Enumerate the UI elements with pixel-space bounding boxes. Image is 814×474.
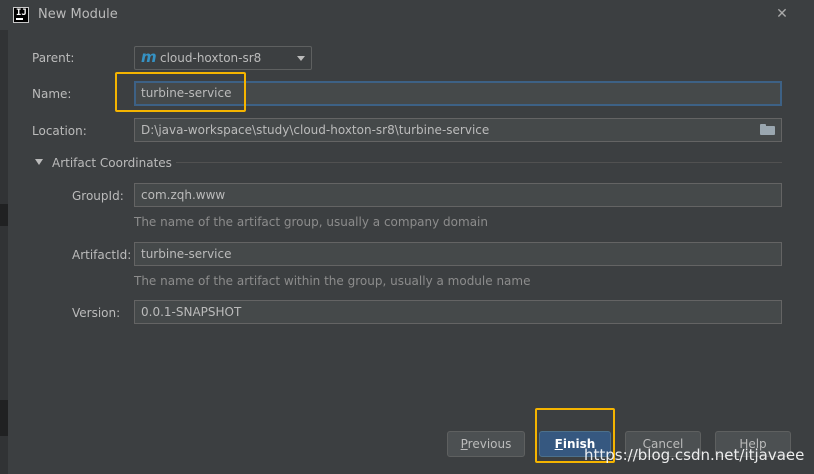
artifact-coordinates-title[interactable]: Artifact Coordinates xyxy=(52,156,172,170)
new-module-dialog: IJ New Module ✕ Parent: m cloud-hoxton-s… xyxy=(0,0,814,474)
version-input[interactable]: 0.0.1-SNAPSHOT xyxy=(134,300,782,324)
background-strip-block xyxy=(0,400,8,436)
version-label: Version: xyxy=(72,306,121,320)
artifactid-label: ArtifactId: xyxy=(72,248,132,262)
close-icon[interactable]: ✕ xyxy=(773,5,791,23)
title-bar: IJ New Module ✕ xyxy=(0,0,814,30)
previous-label: revious xyxy=(467,437,512,451)
intellij-idea-icon: IJ xyxy=(13,7,29,23)
folder-icon[interactable] xyxy=(760,124,776,136)
parent-value: cloud-hoxton-sr8 xyxy=(160,51,262,65)
groupid-input[interactable]: com.zqh.www xyxy=(134,183,782,207)
background-strip-block xyxy=(0,204,8,226)
section-divider xyxy=(176,162,782,163)
location-label: Location: xyxy=(32,124,87,138)
parent-combobox[interactable]: m cloud-hoxton-sr8 xyxy=(134,46,312,70)
maven-m-icon: m xyxy=(141,48,157,66)
location-input[interactable]: D:\java-workspace\study\cloud-hoxton-sr8… xyxy=(134,118,782,142)
watermark-text: https://blog.csdn.net/itjavaee xyxy=(584,446,805,464)
finish-mnemonic: F xyxy=(554,437,563,451)
parent-label: Parent: xyxy=(32,51,75,65)
collapse-triangle-icon[interactable] xyxy=(35,159,43,165)
artifactid-input[interactable]: turbine-service xyxy=(134,242,782,266)
previous-mnemonic: P xyxy=(460,437,468,451)
previous-button[interactable]: Previous xyxy=(447,431,525,457)
dialog-title: New Module xyxy=(38,7,118,22)
groupid-label: GroupId: xyxy=(72,189,124,203)
artifactid-hint: The name of the artifact within the grou… xyxy=(134,274,531,288)
name-input[interactable]: turbine-service xyxy=(134,81,782,106)
location-value: D:\java-workspace\study\cloud-hoxton-sr8… xyxy=(141,123,490,137)
name-label: Name: xyxy=(32,87,72,101)
groupid-hint: The name of the artifact group, usually … xyxy=(134,215,488,229)
chevron-down-icon[interactable] xyxy=(297,56,305,61)
background-window-strip xyxy=(0,30,8,474)
